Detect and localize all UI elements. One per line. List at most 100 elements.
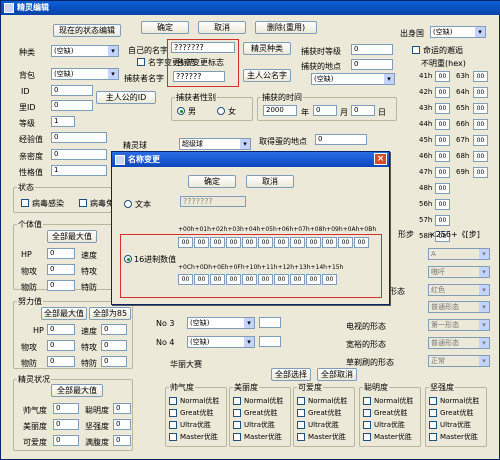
nature-input[interactable]: 1 (51, 165, 107, 176)
effort-85-button[interactable]: 全部为85 (89, 307, 131, 320)
ball-select[interactable]: 超级球 (179, 138, 251, 150)
name-change-checkbox[interactable] (137, 58, 145, 66)
hex-value-input[interactable]: 00 (435, 119, 450, 130)
hex-byte-input[interactable]: 00 (242, 274, 257, 285)
catch-level-input[interactable]: 0 (351, 44, 393, 55)
intimacy-input[interactable]: 0 (51, 149, 107, 160)
ribbon-checkbox[interactable] (233, 409, 241, 417)
sprite-name-button[interactable]: 精灵种类 (243, 42, 291, 55)
close-icon[interactable]: × (374, 153, 387, 165)
hex-byte-input[interactable]: 00 (338, 237, 353, 248)
ribbon-checkbox[interactable] (297, 409, 305, 417)
hex-byte-input[interactable]: 00 (290, 237, 305, 248)
hex-value-input[interactable]: 00 (473, 103, 488, 114)
hex-byte-input[interactable]: 00 (322, 274, 337, 285)
hex-value-input[interactable]: 00 (473, 151, 488, 162)
smart-input[interactable]: 0 (113, 403, 131, 414)
ribbon-checkbox[interactable] (429, 397, 437, 405)
ribbon-checkbox[interactable] (363, 409, 371, 417)
condition-all-max-button[interactable]: 全部最大值 (51, 384, 103, 397)
hex-value-input[interactable]: 00 (435, 183, 450, 194)
hex-value-input[interactable]: 00 (435, 151, 450, 162)
year-input[interactable]: 2000 (263, 105, 297, 116)
indiv-all-max-button[interactable]: 全部最大值 (47, 230, 97, 243)
hex-value-input[interactable]: 00 (435, 71, 450, 82)
select-all-button[interactable]: 全部选择 (271, 368, 311, 381)
hex-byte-input[interactable]: 00 (226, 237, 241, 248)
poison-checkbox[interactable] (21, 199, 29, 207)
ribbon-checkbox[interactable] (297, 397, 305, 405)
form-select-7[interactable]: 正常 (428, 355, 490, 367)
no3-input[interactable] (259, 317, 281, 328)
pid-input[interactable]: 0 (51, 100, 93, 111)
male-radio[interactable] (177, 107, 185, 115)
delete-button[interactable]: 删除(重用) (255, 21, 317, 34)
effort-spdef-input[interactable]: 0 (101, 356, 127, 367)
hex-byte-input[interactable]: 00 (274, 274, 289, 285)
ribbon-checkbox[interactable] (429, 433, 437, 441)
obtain-place-input[interactable]: 0 (315, 134, 367, 145)
form-select-3[interactable]: 红色 (428, 284, 490, 296)
hex-byte-input[interactable]: 00 (274, 237, 289, 248)
hex-value-input[interactable]: 00 (473, 135, 488, 146)
effort-speed-input[interactable]: 0 (101, 324, 127, 335)
hex-byte-input[interactable]: 00 (210, 237, 225, 248)
effort-def-input[interactable]: 0 (47, 356, 75, 367)
hex-value-input[interactable]: 00 (435, 135, 450, 146)
form-select-6[interactable]: 普通形态 (428, 337, 490, 349)
poison2-checkbox[interactable] (79, 199, 87, 207)
hex-byte-input[interactable]: 00 (194, 274, 209, 285)
hex-byte-input[interactable]: 00 (354, 237, 369, 248)
cool-input[interactable]: 0 (53, 403, 79, 414)
hex-byte-input[interactable]: 00 (210, 274, 225, 285)
id-input[interactable]: 0 (51, 85, 93, 96)
luster-input[interactable]: 0 (113, 435, 131, 446)
level-input[interactable]: 1 (51, 116, 75, 127)
edit-current-button[interactable]: 现在的状态编辑 (53, 24, 121, 37)
ribbon-checkbox[interactable] (233, 421, 241, 429)
hex-value-input[interactable]: 00 (473, 167, 488, 178)
form-select-5[interactable]: 第一形态 (428, 319, 490, 331)
ribbon-checkbox[interactable] (429, 409, 437, 417)
type-select[interactable]: (空缺) (51, 45, 119, 57)
text-input[interactable]: ??????? (180, 196, 246, 207)
owner-id-button[interactable]: 主人公的ID (96, 91, 156, 104)
hex-byte-input[interactable]: 00 (258, 274, 273, 285)
ribbon-checkbox[interactable] (297, 433, 305, 441)
hex-value-input[interactable]: 00 (435, 215, 450, 226)
dialog-cancel-button[interactable]: 取消 (246, 175, 294, 188)
hex-byte-input[interactable]: 00 (258, 237, 273, 248)
indiv-atk-input[interactable]: 0 (47, 264, 75, 275)
female-radio[interactable] (217, 107, 225, 115)
text-radio[interactable] (124, 200, 132, 208)
indiv-hp-input[interactable]: 0 (47, 248, 75, 259)
no4-select[interactable]: (空缺) (187, 336, 255, 348)
beauty-input[interactable]: 0 (53, 419, 79, 430)
hex-value-input[interactable]: 00 (435, 167, 450, 178)
hex-byte-input[interactable]: 00 (322, 237, 337, 248)
hex-byte-input[interactable]: 00 (242, 237, 257, 248)
hero-name-button[interactable]: 主人公名字 (243, 69, 291, 82)
hex-byte-input[interactable]: 00 (306, 274, 321, 285)
hex-byte-input[interactable]: 00 (178, 274, 193, 285)
catch-place-input[interactable]: 0 (351, 59, 393, 70)
month-input[interactable]: 0 (313, 105, 337, 116)
ribbon-checkbox[interactable] (169, 421, 177, 429)
dialog-ok-button[interactable]: 确定 (188, 175, 236, 188)
effort-hp-input[interactable]: 0 (47, 324, 75, 335)
cancel-all-button[interactable]: 全部取消 (317, 368, 357, 381)
ribbon-checkbox[interactable] (429, 421, 437, 429)
ribbon-checkbox[interactable] (363, 433, 371, 441)
ribbon-checkbox[interactable] (169, 433, 177, 441)
cute-input[interactable]: 0 (53, 435, 79, 446)
hex-byte-input[interactable]: 00 (290, 274, 305, 285)
tough-input[interactable]: 0 (113, 419, 131, 430)
ribbon-checkbox[interactable] (363, 397, 371, 405)
hex-byte-input[interactable]: 00 (178, 237, 193, 248)
hex-value-input[interactable]: 00 (473, 71, 488, 82)
hex-value-input[interactable]: 00 (473, 119, 488, 130)
ribbon-checkbox[interactable] (169, 397, 177, 405)
day-input[interactable]: 0 (351, 105, 375, 116)
effort-atk-input[interactable]: 0 (47, 340, 75, 351)
hex-value-input[interactable]: 00 (473, 87, 488, 98)
